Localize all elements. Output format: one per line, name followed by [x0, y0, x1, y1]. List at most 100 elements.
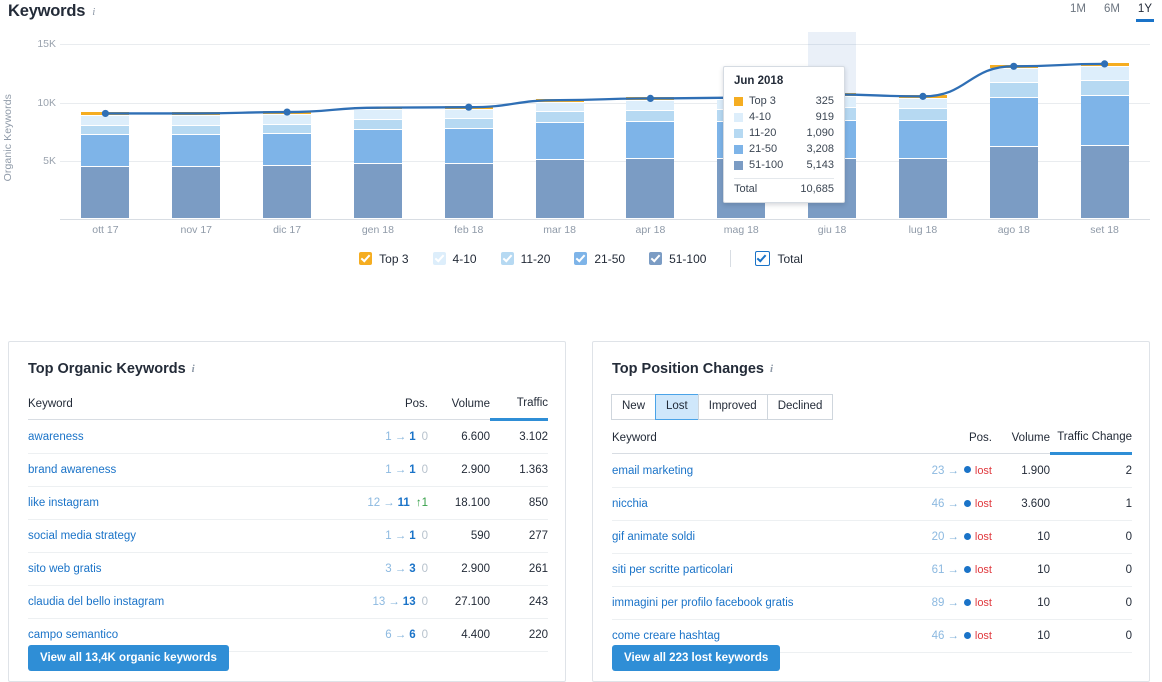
- column-header-keyword[interactable]: Keyword: [612, 431, 882, 454]
- x-axis-label: giu 18: [817, 224, 847, 236]
- legend-item-total[interactable]: Total: [755, 251, 803, 266]
- legend-item-51-100[interactable]: 51-100: [649, 252, 706, 266]
- column-header-pos[interactable]: Pos.: [882, 431, 992, 454]
- info-icon[interactable]: i: [92, 6, 95, 18]
- legend-label: 4-10: [452, 251, 477, 266]
- keyword-link[interactable]: brand awareness: [28, 464, 116, 476]
- tooltip-row: 21-50 3,208: [734, 141, 834, 157]
- time-range-6m[interactable]: 6M: [1104, 3, 1120, 22]
- position-changes-tabs[interactable]: New Lost Improved Declined: [611, 394, 834, 420]
- column-header-traffic[interactable]: Traffic: [490, 397, 548, 421]
- volume-cell: 18.100: [428, 486, 490, 520]
- arrow-right-icon: →: [947, 630, 959, 642]
- position-cell: 46 → lost: [882, 487, 992, 521]
- column-header-pos[interactable]: Pos.: [328, 397, 428, 420]
- table-row[interactable]: siti per scritte particolari 61 → lost 10 0: [612, 553, 1132, 587]
- tab-new[interactable]: New: [611, 394, 656, 420]
- top-position-changes-panel: Top Position Changes i Keyword Pos. Volume…: [592, 341, 1150, 682]
- keyword-link[interactable]: email marketing: [612, 465, 693, 477]
- y-axis-title: Organic Keywords: [2, 94, 14, 182]
- legend-checkbox[interactable]: [649, 252, 663, 265]
- tooltip-divider: [734, 178, 834, 179]
- volume-cell: 6.600: [428, 419, 490, 454]
- table-row[interactable]: immagini per profilo facebook gratis 89 → l…: [612, 586, 1132, 620]
- table-row[interactable]: brand awareness 1 → 1 0 2.900 1.363: [28, 453, 548, 487]
- legend-item-11-20[interactable]: 11-20: [500, 252, 550, 266]
- traffic-cell: 277: [490, 519, 548, 553]
- table-row[interactable]: claudia del bello instagram 13 → 13 0 27.100 2…: [28, 585, 548, 619]
- keyword-link[interactable]: come creare hashtag: [612, 630, 720, 642]
- table-row[interactable]: awareness 1 → 1 0 6.600 3.102: [28, 419, 548, 454]
- volume-cell: 2.900: [428, 552, 490, 586]
- chart-legend[interactable]: Top 3 4-10 11-20 21-50 51-100 Total: [0, 250, 1162, 267]
- lost-dot-icon: [963, 631, 971, 639]
- legend-item-top-3[interactable]: Top 3: [359, 252, 409, 266]
- legend-checkbox[interactable]: [500, 252, 514, 265]
- y-axis-tick: 5K: [43, 155, 56, 168]
- table-row[interactable]: gif animate soldi 20 → lost 10 0: [612, 520, 1132, 554]
- legend-checkbox[interactable]: [432, 252, 446, 265]
- column-header-volume[interactable]: Volume: [428, 397, 490, 420]
- time-range-1m[interactable]: 1M: [1070, 3, 1086, 22]
- tooltip-swatch: [734, 128, 743, 138]
- keyword-link[interactable]: social media strategy: [28, 530, 136, 542]
- info-icon[interactable]: i: [770, 363, 773, 375]
- x-axis-label: set 18: [1090, 224, 1119, 236]
- legend-checkbox[interactable]: [755, 251, 771, 266]
- legend-item-4-10[interactable]: 4-10: [432, 251, 477, 266]
- x-axis-label: gen 18: [361, 224, 394, 236]
- table-row[interactable]: nicchia 46 → lost 3.600 1: [612, 487, 1132, 521]
- arrow-right-icon: →: [394, 530, 407, 542]
- lost-dot-icon: [963, 499, 971, 507]
- keyword-cell: sito web gratis: [28, 552, 328, 586]
- lost-status-label: lost: [974, 531, 992, 543]
- legend-checkbox[interactable]: [359, 252, 373, 265]
- view-all-organic-keywords-button[interactable]: View all 13,4K organic keywords: [28, 645, 229, 671]
- table-row[interactable]: email marketing 23 → lost 1.900 2: [612, 453, 1132, 488]
- total-line-point: [646, 94, 655, 103]
- view-all-lost-keywords-button[interactable]: View all 223 lost keywords: [612, 645, 781, 671]
- position-delta: 0: [421, 563, 428, 575]
- tab-declined[interactable]: Declined: [766, 394, 834, 420]
- info-icon[interactable]: i: [192, 363, 195, 375]
- tab-lost[interactable]: Lost: [655, 394, 698, 420]
- chart-tooltip: Jun 2018 Top 3 325 4-10 919 11-20 1,090 21-50 3…: [723, 66, 845, 203]
- legend-divider: [730, 250, 732, 267]
- keyword-link[interactable]: like instagram: [28, 497, 99, 509]
- volume-cell: 10: [992, 520, 1050, 554]
- keyword-link[interactable]: siti per scritte particolari: [612, 564, 733, 576]
- chart-plot-area: 5K 10K 15K ott 17 nov 17 dic 17 gen 18 feb 18 m…: [37, 32, 1150, 236]
- position-from: 6: [385, 629, 392, 641]
- time-range-1y[interactable]: 1Y: [1135, 3, 1155, 22]
- keyword-link[interactable]: sito web gratis: [28, 563, 102, 575]
- tooltip-value: 1,090: [806, 127, 834, 139]
- legend-checkbox[interactable]: [574, 252, 588, 265]
- tab-improved[interactable]: Improved: [697, 394, 767, 420]
- tooltip-value: 325: [815, 95, 834, 107]
- column-header-keyword[interactable]: Keyword: [28, 397, 328, 420]
- legend-item-21-50[interactable]: 21-50: [574, 252, 625, 266]
- total-line-point: [465, 103, 473, 111]
- position-delta: 0: [421, 530, 428, 542]
- time-range-selector[interactable]: 1M 6M 1Y: [1070, 3, 1155, 22]
- position-delta: 0: [421, 464, 428, 476]
- table-row[interactable]: like instagram 12 → 11 ↑1 18.100 850: [28, 486, 548, 520]
- y-axis-tick: 15K: [37, 37, 56, 50]
- keyword-link[interactable]: awareness: [28, 431, 84, 443]
- keyword-link[interactable]: campo semantico: [28, 629, 118, 641]
- keyword-link[interactable]: gif animate soldi: [612, 531, 695, 543]
- position-cell: 89 → lost: [882, 586, 992, 620]
- keyword-link[interactable]: immagini per profilo facebook gratis: [612, 597, 794, 609]
- arrow-right-icon: →: [394, 430, 407, 443]
- column-header-volume[interactable]: Volume: [992, 431, 1050, 454]
- lost-status-label: lost: [974, 630, 992, 642]
- position-from: 46: [931, 498, 945, 510]
- column-header-trafficchange[interactable]: Traffic Change: [1050, 431, 1132, 455]
- position-from: 3: [385, 563, 392, 575]
- table-row[interactable]: sito web gratis 3 → 3 0 2.900 261: [28, 552, 548, 586]
- keyword-link[interactable]: claudia del bello instagram: [28, 596, 164, 608]
- keyword-link[interactable]: nicchia: [612, 498, 648, 510]
- arrow-right-icon: →: [947, 464, 959, 477]
- table-row[interactable]: social media strategy 1 → 1 0 590 277: [28, 519, 548, 553]
- position-cell: 6 → 6 0: [328, 618, 428, 652]
